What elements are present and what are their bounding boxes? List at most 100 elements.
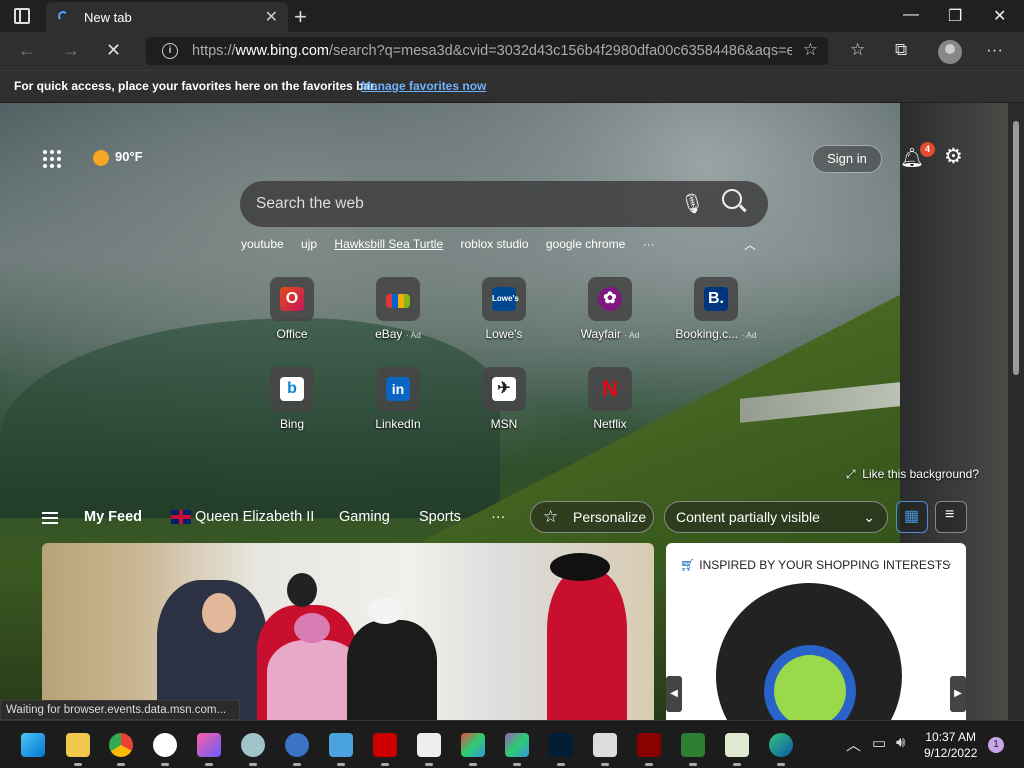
add-favorite-icon[interactable]: ☆ (803, 40, 818, 60)
microphone-icon[interactable]: 🎙︎ (680, 192, 704, 216)
trend-link[interactable]: roblox studio (460, 237, 528, 251)
site-info-icon[interactable]: i (162, 43, 178, 59)
manage-favorites-link[interactable]: Manage favorites now (361, 79, 486, 93)
expand-icon: ⤢ (846, 467, 856, 481)
content-visibility-dropdown[interactable]: Content partially visible ⌄ (664, 501, 888, 533)
list-view-button[interactable]: ≡ (935, 501, 967, 533)
clock[interactable]: 10:37 AM 9/12/2022 (924, 729, 977, 761)
globe-app-icon[interactable] (241, 733, 265, 766)
office-icon: O (270, 277, 314, 321)
forward-button[interactable]: → (62, 40, 80, 61)
edge-icon[interactable] (769, 733, 793, 766)
quick-link-lowes[interactable]: Lowe's Lowe's (456, 277, 552, 341)
collections-icon[interactable]: ⧉ (895, 40, 907, 60)
search-icon[interactable] (722, 189, 742, 209)
uk-flag-icon (171, 510, 191, 525)
photoshop-icon[interactable] (549, 733, 573, 766)
favorites-bar-message: For quick access, place your favorites h… (14, 79, 378, 93)
figure (347, 620, 437, 720)
quick-link-wayfair[interactable]: ✿ Wayfair · Ad (562, 277, 658, 341)
settings-more-button[interactable]: ··· (986, 40, 1003, 60)
page-scrollbar[interactable] (1008, 103, 1024, 720)
shopping-card[interactable]: 🛒︎ INSPIRED BY YOUR SHOPPING INTERESTS ··… (666, 543, 966, 720)
quick-link-office[interactable]: O Office (244, 277, 340, 341)
quick-link-netflix[interactable]: N Netflix (562, 367, 658, 431)
search-placeholder[interactable]: Search the web (256, 195, 364, 213)
show-hidden-icons-chevron[interactable]: ︿ (846, 734, 861, 755)
msn-icon: ✈ (482, 367, 526, 411)
url-text[interactable]: https://www.bing.com/search?q=mesa3d&cvi… (192, 43, 792, 59)
flash-icon[interactable] (637, 733, 661, 766)
tab-actions-icon[interactable] (14, 8, 30, 24)
file-explorer-icon[interactable] (66, 733, 90, 766)
shopping-header: 🛒︎ INSPIRED BY YOUR SHOPPING INTERESTS (680, 558, 951, 572)
feed-navigation: My Feed Queen Elizabeth II Gaming Sports… (0, 498, 1008, 538)
profile-avatar[interactable] (938, 40, 962, 64)
feed-more-button[interactable]: ··· (491, 509, 506, 525)
git-app-2-icon[interactable] (505, 733, 529, 766)
close-tab-button[interactable]: ✕ (265, 7, 278, 27)
quick-link-msn[interactable]: ✈ MSN (456, 367, 552, 431)
collapse-chevron-icon[interactable]: ︿ (744, 236, 756, 253)
trend-link[interactable]: google chrome (546, 237, 625, 251)
figure-hat (294, 613, 330, 643)
trend-link[interactable]: youtube (241, 237, 284, 251)
personalize-button[interactable]: ☆ Personalize (530, 501, 654, 533)
notification-center-badge[interactable]: 1 (988, 737, 1004, 753)
volume-icon[interactable]: 🔊︎ (896, 734, 905, 751)
close-window-button[interactable]: ✕ (993, 6, 1006, 26)
favorites-icon[interactable]: ☆ (850, 40, 865, 60)
dragon-app-icon[interactable] (681, 733, 705, 766)
quick-link-ebay[interactable]: eBay · Ad (350, 277, 446, 341)
network-app-icon[interactable] (593, 733, 617, 766)
quick-link-booking[interactable]: B. Booking.c... · Ad (668, 277, 764, 341)
trend-link[interactable]: Hawksbill Sea Turtle (334, 237, 443, 251)
scrollbar-thumb[interactable] (1013, 121, 1019, 375)
figure-hat (367, 598, 403, 624)
start-menu-icon[interactable] (21, 733, 45, 757)
toolbar: ← → ✕ i https://www.bing.com/search?q=me… (0, 32, 1024, 70)
more-trends-button[interactable]: ··· (643, 237, 655, 251)
trend-link[interactable]: ujp (301, 237, 317, 251)
shopping-more-button[interactable]: ··· (938, 555, 952, 571)
qbittorrent-icon[interactable] (285, 733, 309, 766)
minimize-button[interactable]: — (903, 6, 919, 24)
acrobat-icon[interactable] (373, 733, 397, 766)
like-background-button[interactable]: ⤢ Like this background? (846, 467, 979, 482)
git-app-icon[interactable] (461, 733, 485, 766)
carousel-prev-button[interactable]: ◀ (666, 676, 682, 712)
chrome-icon[interactable] (109, 733, 133, 766)
sign-in-button[interactable]: Sign in (812, 145, 882, 173)
back-button[interactable]: ← (18, 40, 36, 61)
notepad-icon[interactable] (329, 733, 353, 766)
news-card-image[interactable] (42, 543, 654, 720)
maximize-button[interactable]: ❐ (948, 6, 962, 26)
carousel-next-button[interactable]: ▶ (950, 676, 966, 712)
trending-searches: youtube ujp Hawksbill Sea Turtle roblox … (241, 237, 669, 251)
web-search-box[interactable]: Search the web 🎙︎ (240, 181, 768, 227)
tab-new-tab[interactable]: New tab ✕ (46, 2, 288, 32)
linkedin-icon: in (376, 367, 420, 411)
page-settings-gear-icon[interactable]: ⚙ (944, 144, 963, 169)
feed-tab-my-feed[interactable]: My Feed (84, 509, 142, 525)
network-icon[interactable]: ▭ (872, 734, 886, 752)
quick-link-linkedin[interactable]: in LinkedIn (350, 367, 446, 431)
ebay-icon (376, 277, 420, 321)
feed-tab-gaming[interactable]: Gaming (339, 509, 390, 525)
apps-launcher-icon[interactable] (43, 150, 61, 168)
creative-cloud-icon[interactable] (197, 733, 221, 766)
penguin-app-icon[interactable] (153, 733, 177, 766)
weather-widget[interactable]: 90°F (93, 149, 143, 166)
7zip-icon[interactable] (417, 733, 441, 766)
feed-tab-sports[interactable]: Sports (419, 509, 461, 525)
new-tab-button[interactable]: + (294, 4, 307, 30)
menu-icon[interactable] (42, 512, 58, 524)
quick-link-bing[interactable]: b Bing (244, 367, 340, 431)
address-bar[interactable]: i https://www.bing.com/search?q=mesa3d&c… (146, 37, 828, 65)
stop-button[interactable]: ✕ (106, 40, 121, 61)
terminal-app-icon[interactable] (725, 733, 749, 766)
notification-badge: 4 (920, 142, 935, 157)
grid-view-button[interactable]: ▦ (896, 501, 928, 533)
feed-tab-queen-elizabeth[interactable]: Queen Elizabeth II (171, 509, 314, 525)
bing-icon: b (270, 367, 314, 411)
